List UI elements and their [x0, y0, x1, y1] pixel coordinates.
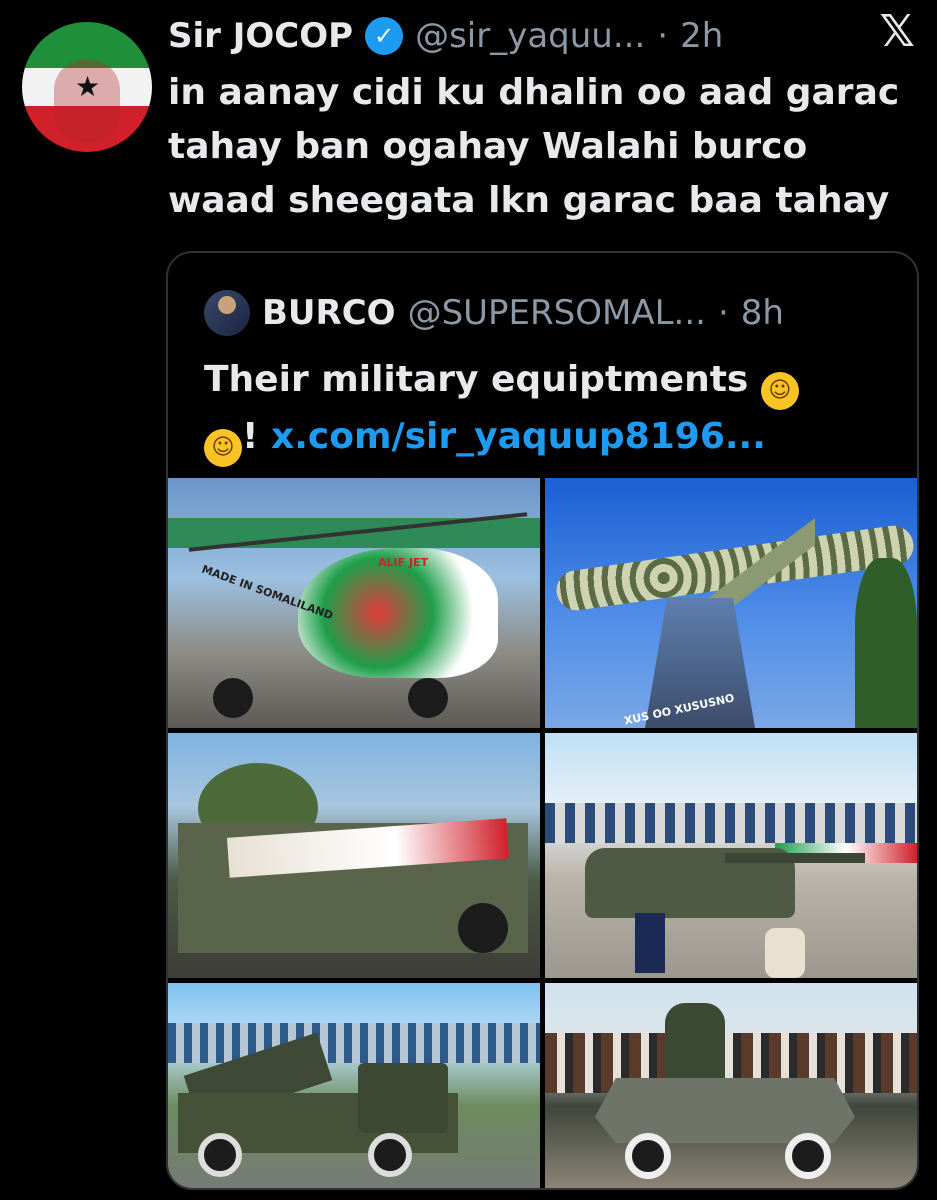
author-handle[interactable]: @sir_yaquu...: [415, 16, 645, 56]
quoted-tweet-time[interactable]: 8h: [741, 293, 784, 333]
rolling-on-floor-laughing-emoji-icon: ☺: [204, 429, 242, 467]
tweet-text: in aanay cidi ku dhalin oo aad garac tah…: [168, 66, 918, 228]
media-image-tank-parade[interactable]: [545, 733, 917, 978]
officer: [635, 913, 665, 973]
vehicle-wheel: [625, 1133, 671, 1179]
tweet-text-line-3: waad sheegata lkn garac baa tahay: [168, 180, 890, 221]
quoted-tweet-card[interactable]: BURCO @SUPERSOMAL... · 8h Their military…: [166, 251, 919, 1190]
truck-wheel: [458, 903, 508, 953]
helicopter-tail-text: ALIF JET: [378, 556, 429, 569]
tweet-text-line-1: in aanay cidi ku dhalin oo aad garac: [168, 72, 900, 113]
parade-crowd: [545, 803, 917, 843]
media-grid: MADE IN SOMALILAND ALIF JET XUS OO XUSUS…: [168, 478, 917, 1188]
media-image-armored-vehicle[interactable]: [545, 983, 917, 1188]
author-name[interactable]: Sir JOCOP: [168, 16, 353, 56]
tweet-header: Sir JOCOP ✓ @sir_yaquu... · 2h: [168, 10, 723, 62]
author-avatar[interactable]: ★: [22, 22, 152, 152]
quoted-author-handle[interactable]: @SUPERSOMAL...: [408, 293, 706, 333]
quoted-tweet-text: Their military equiptments ☺ ☺! x.com/si…: [204, 353, 884, 467]
soldier: [765, 928, 805, 978]
quoted-author-avatar[interactable]: [204, 290, 250, 336]
media-image-jet-monument[interactable]: XUS OO XUSUSNO: [545, 478, 917, 728]
media-image-helicopter[interactable]: MADE IN SOMALILAND ALIF JET: [168, 478, 540, 728]
x-logo-icon: 𝕏: [879, 6, 915, 57]
truck-wheel: [368, 1133, 412, 1177]
soldiers-on-vehicle: [665, 1003, 725, 1083]
rolling-on-floor-laughing-emoji-icon: ☺: [760, 372, 799, 410]
verified-badge-icon: ✓: [365, 17, 404, 55]
helicopter-wheel: [213, 678, 253, 718]
tweet-text-line-2: tahay ban ogahay Walahi burco: [168, 126, 808, 167]
quoted-tweet-link[interactable]: x.com/sir_yaquup8196...: [271, 416, 766, 457]
quoted-text-exclaim: !: [242, 416, 259, 457]
vehicle-wheel: [785, 1133, 831, 1179]
quoted-author-name[interactable]: BURCO: [262, 293, 396, 333]
quoted-header-separator: ·: [717, 293, 729, 333]
helicopter-wheel: [408, 678, 448, 718]
tree: [855, 558, 917, 728]
media-image-truck[interactable]: [168, 733, 540, 978]
tank-gun: [725, 853, 865, 863]
media-image-rocket-launcher[interactable]: [168, 983, 540, 1188]
quoted-text-main: Their military equiptments: [204, 359, 749, 400]
quoted-tweet-header: BURCO @SUPERSOMAL... · 8h: [204, 287, 784, 339]
grandstand-crowd: [168, 1023, 540, 1063]
header-separator: ·: [657, 16, 669, 56]
armored-vehicle-body: [595, 1078, 855, 1143]
avatar-star-icon: ★: [75, 70, 101, 103]
truck-wheel: [198, 1133, 242, 1177]
launcher-truck-cab: [358, 1063, 448, 1133]
tweet-time[interactable]: 2h: [680, 16, 723, 56]
